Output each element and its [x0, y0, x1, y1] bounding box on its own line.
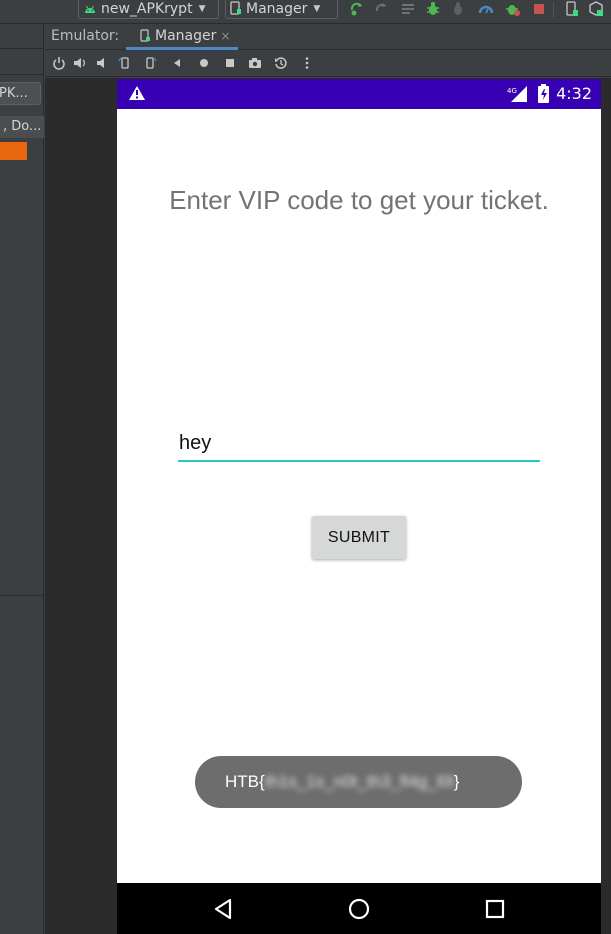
- left-tool-panel: PK... , Do...: [0, 24, 44, 934]
- page-title: Enter VIP code to get your ticket.: [169, 185, 549, 215]
- apply-changes-icon[interactable]: [505, 1, 521, 17]
- status-bar: 4G 4:32: [117, 79, 601, 109]
- progress-indicator: [0, 142, 27, 160]
- android-icon: [85, 5, 95, 13]
- profile-icon[interactable]: [478, 1, 494, 17]
- warning-icon: [129, 86, 145, 100]
- volume-down-icon[interactable]: [95, 56, 109, 70]
- logcat-icon[interactable]: [400, 1, 416, 17]
- signal-icon: 4G: [507, 86, 527, 102]
- sdk-manager-icon[interactable]: [588, 1, 604, 17]
- run-config-label: new_APKrypt: [101, 1, 193, 17]
- toolbar-divider: [553, 2, 554, 18]
- divider: [0, 595, 44, 596]
- debug-icon[interactable]: [425, 1, 441, 17]
- chevron-down-icon: ▼: [313, 4, 321, 14]
- stop-icon[interactable]: [531, 1, 547, 17]
- overview-icon[interactable]: [223, 56, 237, 70]
- android-studio-window: new_APKrypt ▼ Manager ▼ PK... , Do... Emul…: [0, 0, 611, 934]
- chevron-down-icon: ▼: [198, 4, 206, 14]
- clock: 4:32: [556, 84, 592, 103]
- volume-up-icon[interactable]: [73, 56, 87, 70]
- navigation-bar: [117, 883, 601, 934]
- back-icon[interactable]: [170, 56, 184, 70]
- back-icon[interactable]: [211, 897, 235, 921]
- home-icon[interactable]: [347, 897, 371, 921]
- vip-code-input[interactable]: [178, 426, 540, 462]
- emulator-tab-bar: Emulator: Manager ×: [45, 24, 611, 50]
- main-toolbar: new_APKrypt ▼ Manager ▼: [0, 0, 611, 24]
- overview-icon[interactable]: [483, 897, 507, 921]
- toast-message: HTB{th1s_1s_n0t_th3_fl4g_l0l}: [195, 756, 522, 808]
- device-screen: 4G 4:32 Enter VIP code to get your ticke…: [117, 79, 601, 934]
- tab-label: Manager: [155, 28, 217, 44]
- tab-manager[interactable]: Manager ×: [126, 24, 239, 50]
- attach-debugger-icon[interactable]: [450, 1, 466, 17]
- toast-redacted-text: th1s_1s_n0t_th3_fl4g_l0l: [264, 772, 454, 791]
- emulator-label: Emulator:: [51, 28, 120, 44]
- run-config-selector[interactable]: new_APKrypt ▼: [78, 0, 219, 19]
- toast-suffix: }: [453, 772, 460, 791]
- power-icon[interactable]: [52, 56, 66, 70]
- close-icon[interactable]: ×: [220, 29, 230, 43]
- rotate-right-icon[interactable]: [143, 56, 157, 70]
- sync-icon[interactable]: [349, 1, 365, 17]
- device-selector[interactable]: Manager ▼: [225, 0, 338, 19]
- phone-device-icon: [230, 1, 241, 15]
- divider: [0, 74, 44, 75]
- phone-device-icon: [140, 29, 150, 42]
- rotate-left-icon[interactable]: [118, 56, 132, 70]
- device-manager-icon[interactable]: [564, 1, 580, 17]
- panel-tab[interactable]: , Do...: [0, 116, 44, 138]
- apk-button[interactable]: PK...: [0, 82, 41, 105]
- sync-disabled-icon[interactable]: [373, 1, 389, 17]
- submit-button[interactable]: SUBMIT: [312, 516, 406, 559]
- divider: [0, 48, 44, 49]
- device-label: Manager: [246, 1, 308, 17]
- battery-icon: [538, 84, 549, 103]
- home-icon[interactable]: [197, 56, 211, 70]
- emulator-controls: [45, 50, 611, 77]
- screenshot-icon[interactable]: [248, 56, 262, 70]
- more-icon[interactable]: [300, 56, 314, 70]
- snapshot-icon[interactable]: [274, 56, 288, 70]
- toast-prefix: HTB{: [225, 772, 265, 791]
- network-type: 4G: [507, 87, 517, 95]
